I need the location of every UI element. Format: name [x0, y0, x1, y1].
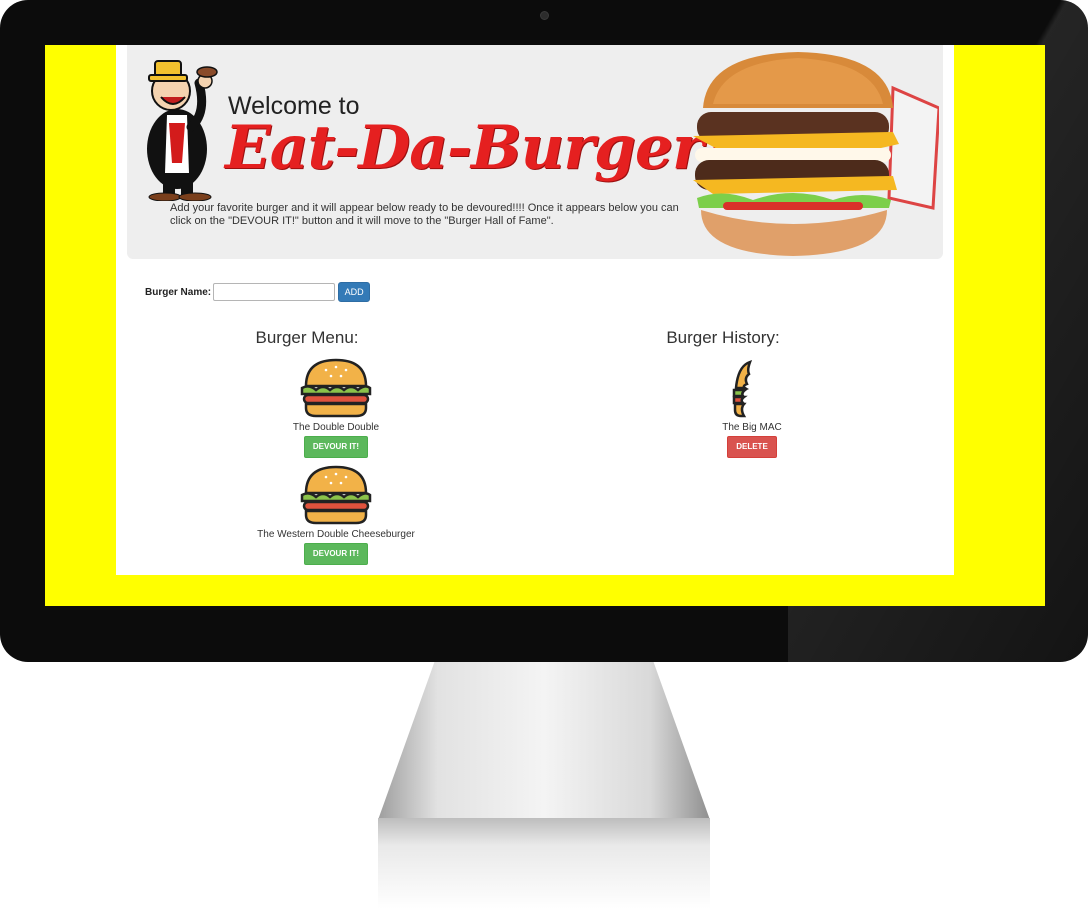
burger-name-input[interactable] [213, 283, 336, 301]
menu-item: The Double Double DEVOUR IT! [226, 358, 446, 458]
mascot-illustration [147, 60, 218, 201]
devour-button[interactable]: DEVOUR IT! [303, 543, 369, 565]
brand-title: Eat-Da-Burger! [225, 113, 729, 183]
burger-icon [300, 465, 372, 525]
intro-text: Add your favorite burger and it will app… [170, 202, 679, 227]
burger-name: The Double Double [292, 422, 380, 433]
burger-name: The Western Double Cheeseburger [257, 529, 415, 540]
devour-button[interactable]: DEVOUR IT! [303, 436, 369, 458]
burger-photo [693, 52, 939, 256]
burger-name-label: Burger Name: [145, 286, 212, 298]
burger-menu-title: Burger Menu: [255, 328, 359, 347]
monitor-stand-base [378, 818, 710, 909]
burger-name: The Big MAC [722, 422, 782, 433]
history-item: The Big MAC DELETE [642, 358, 862, 458]
monitor-stand [378, 662, 710, 820]
burger-icon [300, 358, 372, 418]
page: Welcome to Eat-Da-Burger! Add your favor… [116, 45, 954, 575]
burger-history-title: Burger History: [666, 328, 780, 347]
delete-button[interactable]: DELETE [727, 436, 777, 458]
screen: Welcome to Eat-Da-Burger! Add your favor… [45, 45, 1045, 606]
add-burger-form: Burger Name: ADD [145, 282, 371, 302]
menu-item: The Western Double Cheeseburger DEVOUR I… [226, 465, 446, 565]
add-button[interactable]: ADD [338, 282, 371, 302]
camera-dot [540, 11, 549, 20]
bitten-burger-icon [732, 359, 753, 418]
monitor-frame: Welcome to Eat-Da-Burger! Add your favor… [0, 0, 1088, 662]
jumbotron: Welcome to Eat-Da-Burger! Add your favor… [127, 45, 943, 259]
